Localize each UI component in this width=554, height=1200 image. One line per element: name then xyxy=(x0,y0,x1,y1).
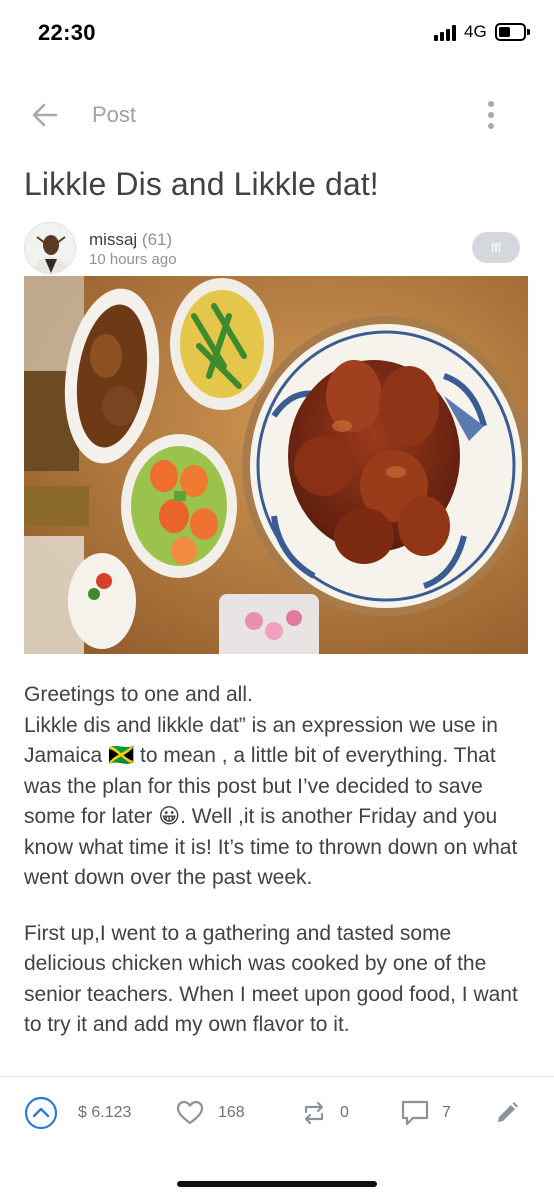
edit-icon xyxy=(498,1102,518,1122)
action-bar: $ 6.123 168 0 7 xyxy=(0,1076,554,1200)
edit-button[interactable] xyxy=(494,1095,520,1131)
post-title: Likkle Dis and Likkle dat! xyxy=(24,166,379,202)
comment-button[interactable]: 7 xyxy=(400,1095,451,1131)
post-paragraph: Greetings to one and all. Likkle dis and… xyxy=(24,683,518,889)
reblog-icon xyxy=(304,1101,324,1125)
more-vertical-icon xyxy=(488,101,494,129)
back-button[interactable] xyxy=(28,98,62,132)
header-title: Post xyxy=(92,102,137,127)
upvote-button[interactable]: $ 6.123 xyxy=(24,1095,131,1131)
avatar-image xyxy=(25,223,75,273)
comment-icon xyxy=(401,1100,429,1126)
like-count: 168 xyxy=(218,1104,245,1121)
like-button[interactable]: 168 xyxy=(176,1095,245,1131)
author-username[interactable]: missaj xyxy=(89,230,137,249)
payout-value[interactable]: $ 6.123 xyxy=(78,1104,131,1122)
tag-pill[interactable]: fff xyxy=(472,232,520,263)
back-arrow-icon xyxy=(32,103,58,127)
reblog-count: 0 xyxy=(340,1104,349,1121)
network-type: 4G xyxy=(464,22,487,41)
reblog-button[interactable]: 0 xyxy=(300,1095,349,1131)
more-options-button[interactable] xyxy=(478,98,504,132)
comment-count: 7 xyxy=(442,1104,451,1121)
heart-icon xyxy=(176,1100,204,1125)
post-body: Greetings to one and all. Likkle dis and… xyxy=(24,680,522,1066)
author-reputation: (61) xyxy=(141,230,173,249)
post-image[interactable] xyxy=(24,276,528,654)
author-row: missaj (61) 10 hours ago fff xyxy=(24,222,530,274)
food-photo xyxy=(24,276,528,654)
upvote-icon xyxy=(24,1096,58,1130)
post-paragraph: First up,I went to a gathering and taste… xyxy=(24,921,518,1037)
avatar[interactable] xyxy=(24,222,76,274)
signal-bars-icon xyxy=(434,25,460,41)
battery-icon xyxy=(495,23,530,41)
app-header: Post xyxy=(0,88,554,142)
status-time: 22:30 xyxy=(38,20,96,45)
author-name[interactable]: missaj (61) xyxy=(89,230,172,250)
status-bar: 22:30 4G xyxy=(0,0,554,66)
home-indicator[interactable] xyxy=(177,1181,377,1187)
post-timestamp: 10 hours ago xyxy=(89,251,177,268)
